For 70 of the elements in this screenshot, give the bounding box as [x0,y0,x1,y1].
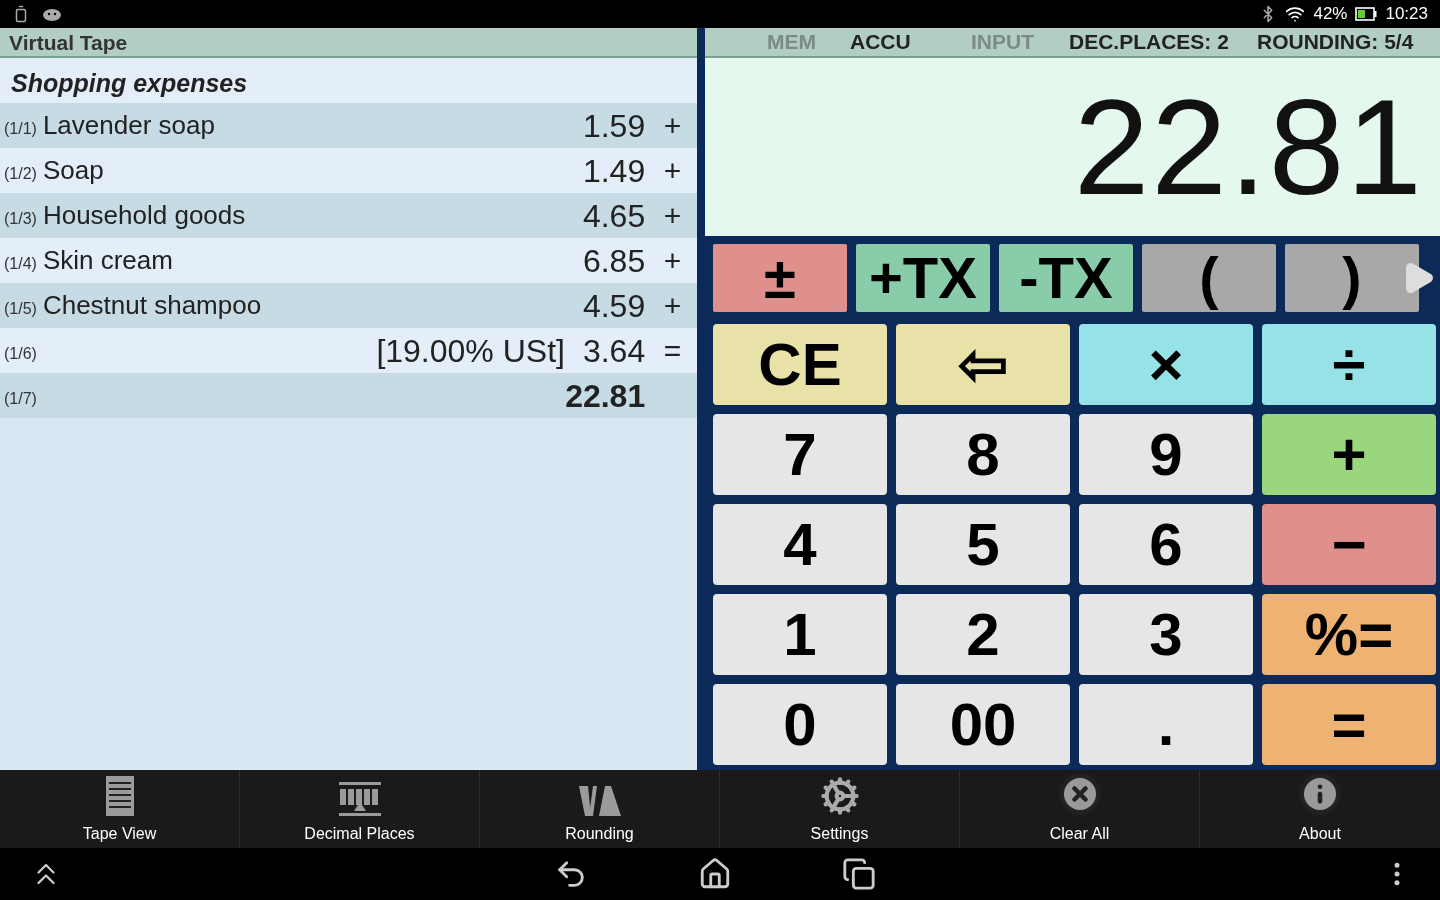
calculator-key[interactable]: = [1262,684,1436,765]
tape-heading: Shopping expenses [0,58,698,103]
calculator-key[interactable]: − [1262,504,1436,585]
status-indicator: ACCU [849,29,912,56]
function-key[interactable]: ( [1142,244,1276,312]
tape-operator: + [662,108,682,144]
calculator-key[interactable]: ⇦ [896,324,1070,405]
tape-list-icon [105,776,134,816]
calculator-key[interactable]: 4 [713,504,887,585]
tape-total: 22.81 [565,376,646,416]
function-key[interactable]: ) [1285,244,1419,312]
tape-index: (1/7) [4,388,37,409]
tape-operator: + [662,288,682,324]
function-key[interactable]: +TX [856,244,990,312]
tape-item-label: Soap [42,154,104,187]
tape-operator: + [662,153,682,189]
function-key[interactable]: ± [713,244,847,312]
status-indicator: MEM [767,29,817,56]
calculator-key[interactable]: ÷ [1262,324,1436,405]
battery-percent: 42% [1313,3,1348,26]
calculator-key[interactable]: 5 [896,504,1070,585]
tape-index: (1/2) [4,163,37,184]
calculator-key[interactable]: × [1079,324,1253,405]
clock: 10:23 [1385,3,1428,26]
tape-header: Virtual Tape [0,28,698,58]
calculator-key[interactable]: 3 [1079,594,1253,675]
tape-operator: + [662,243,682,279]
calculator-key[interactable]: 6 [1079,504,1253,585]
tape-index: (1/5) [4,298,37,319]
calculator-key[interactable]: %= [1262,594,1436,675]
tape-index: (1/1) [4,118,37,139]
tape-amount: 4.65 [582,196,646,236]
tape-item-label: Household goods [42,199,246,232]
tape-amount: 1.49 [582,151,646,191]
tape-amount: 3.64 [582,331,646,371]
wifi-icon [1285,4,1306,24]
tape-amount: 6.85 [582,241,646,281]
tape-item-label: Lavender soap [42,109,215,142]
tape-operator: + [662,198,682,234]
calculator-key[interactable]: . [1079,684,1253,765]
menu-item[interactable]: About [1200,770,1440,848]
calculator-key[interactable]: CE [713,324,887,405]
tape-index: (1/6) [4,343,37,364]
calculator-key[interactable]: 8 [896,414,1070,495]
settings-icon [819,776,860,816]
tape-index: (1/4) [4,253,37,274]
calculator-key[interactable]: 0 [713,684,887,765]
tape-operator: = [662,333,682,369]
calculator-key[interactable]: 00 [896,684,1070,765]
home-icon[interactable] [698,857,732,891]
status-indicator: DEC.PLACES: 2 [1069,29,1230,56]
battery-icon [1355,7,1378,21]
tape-amount: 1.59 [582,106,646,146]
tape-item-label: Skin cream [42,244,173,277]
tape-index: (1/3) [4,208,37,229]
tape-amount: 4.59 [582,286,646,326]
display-value: 22.81 [1073,79,1424,215]
calculator-key[interactable]: 1 [713,594,887,675]
calculator-key[interactable]: 7 [713,414,887,495]
function-key[interactable]: -TX [999,244,1133,312]
calculator-key[interactable]: + [1262,414,1436,495]
tax-label: [19.00% USt] [376,331,565,371]
calculator-key[interactable]: 9 [1079,414,1253,495]
recent-apps-icon[interactable] [842,857,876,891]
decimal-places-icon [338,782,381,816]
calculator-key[interactable]: 2 [896,594,1070,675]
status-indicator: INPUT [971,29,1035,56]
rounding-icon [578,786,621,816]
tape-item-label: Chestnut shampoo [42,289,262,322]
status-indicator: ROUNDING: 5/4 [1257,29,1414,56]
